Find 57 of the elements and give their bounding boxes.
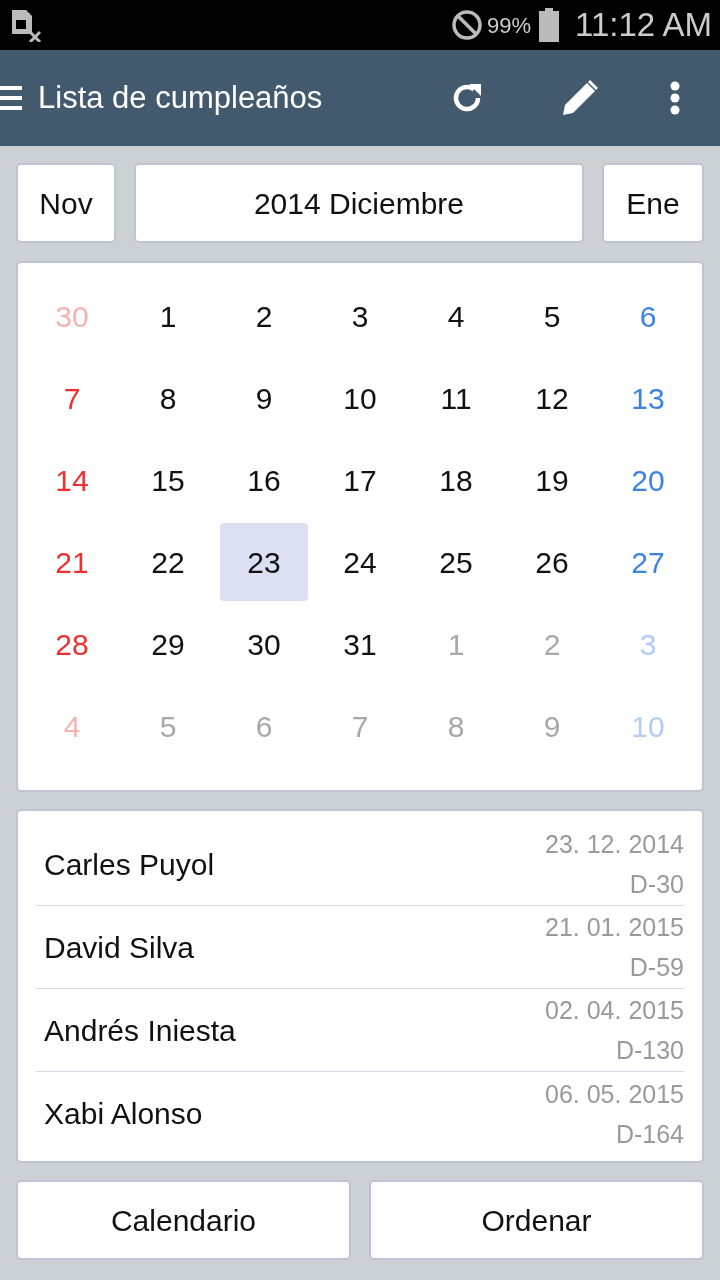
calendar-day[interactable]: 2 bbox=[220, 277, 308, 355]
calendar-day[interactable]: 28 bbox=[28, 605, 116, 683]
days-remaining: D-30 bbox=[629, 869, 684, 900]
calendar-day[interactable]: 1 bbox=[124, 277, 212, 355]
person-name[interactable]: Xabi Alonso bbox=[36, 1091, 203, 1136]
calendar-day[interactable]: 12 bbox=[508, 359, 596, 437]
calendar-day[interactable]: 25 bbox=[412, 523, 500, 601]
calendar-day[interactable]: 7 bbox=[28, 359, 116, 437]
calendar-day[interactable]: 16 bbox=[220, 441, 308, 519]
calendar-day[interactable]: 14 bbox=[28, 441, 116, 519]
calendar-day[interactable]: 18 bbox=[412, 441, 500, 519]
calendar-day[interactable]: 5 bbox=[508, 277, 596, 355]
days-remaining: D-164 bbox=[615, 1118, 684, 1150]
birthday-date: 23. 12. 2014 bbox=[545, 829, 684, 860]
calendar-day[interactable]: 22 bbox=[124, 523, 212, 601]
birthday-date: 21. 01. 2015 bbox=[545, 912, 684, 943]
person-name[interactable]: David Silva bbox=[36, 924, 195, 970]
edit-icon[interactable] bbox=[560, 78, 600, 118]
app-title: Lista de cumpleaños bbox=[38, 78, 324, 117]
calendar-day[interactable]: 31 bbox=[316, 605, 404, 683]
clock-time: 11:12 AM bbox=[575, 5, 712, 46]
next-month-button[interactable]: Ene bbox=[602, 163, 704, 243]
calendar-day[interactable]: 30 bbox=[220, 605, 308, 683]
days-remaining: D-59 bbox=[629, 952, 684, 983]
calendar-day[interactable]: 21 bbox=[28, 523, 116, 601]
birthday-date: 02. 04. 2015 bbox=[545, 995, 684, 1026]
calendar-day[interactable]: 8 bbox=[124, 359, 212, 437]
calendar-day[interactable]: 13 bbox=[604, 359, 692, 437]
current-month-label[interactable]: 2014 Diciembre bbox=[134, 163, 584, 243]
calendar-day[interactable]: 11 bbox=[412, 359, 500, 437]
calendar-day[interactable]: 3 bbox=[316, 277, 404, 355]
calendar-day[interactable]: 20 bbox=[604, 441, 692, 519]
calendar-day[interactable]: 29 bbox=[124, 605, 212, 683]
calendar-day[interactable]: 10 bbox=[316, 359, 404, 437]
calendar-day[interactable]: 27 bbox=[604, 523, 692, 601]
calendar-day[interactable]: 17 bbox=[316, 441, 404, 519]
calendar-day[interactable]: 15 bbox=[124, 441, 212, 519]
battery-percent: 99% bbox=[486, 11, 531, 40]
more-icon[interactable] bbox=[670, 81, 680, 115]
sim-card-icon bbox=[10, 8, 42, 42]
days-remaining: D-130 bbox=[615, 1035, 684, 1066]
blocked-icon bbox=[450, 9, 483, 41]
calendar-day[interactable]: 9 bbox=[220, 359, 308, 437]
calendar-day[interactable]: 23 bbox=[220, 523, 308, 601]
calendar-day[interactable]: 26 bbox=[508, 523, 596, 601]
calendar-day[interactable]: 24 bbox=[316, 523, 404, 601]
action-button[interactable]: Ordenar bbox=[369, 1180, 704, 1260]
birthday-date: 06. 05. 2015 bbox=[545, 1078, 684, 1110]
calendar-day[interactable]: 19 bbox=[508, 441, 596, 519]
prev-month-button[interactable]: Nov bbox=[16, 163, 116, 243]
menu-icon[interactable] bbox=[0, 83, 22, 113]
action-button[interactable]: Calendario bbox=[16, 1180, 351, 1260]
person-name[interactable]: Andrés Iniesta bbox=[36, 1007, 236, 1053]
calendar-day[interactable]: 4 bbox=[412, 277, 500, 355]
battery-icon bbox=[539, 8, 559, 42]
calendar-day[interactable]: 6 bbox=[604, 277, 692, 355]
person-name[interactable]: Carles Puyol bbox=[36, 841, 215, 887]
